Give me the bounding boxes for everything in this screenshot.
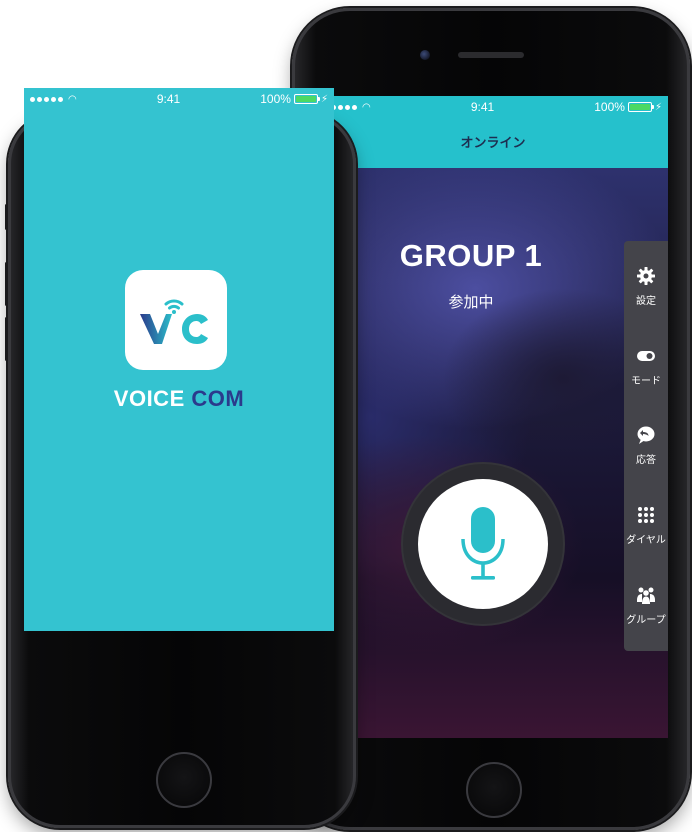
- menu-item-mode[interactable]: モード: [624, 346, 668, 387]
- volume-up-button: [5, 262, 8, 306]
- group-icon: [636, 585, 656, 605]
- reply-bubble-icon: [636, 425, 656, 445]
- mic-ring: [403, 464, 563, 624]
- side-menu: 設定 モード 応答 ダイヤル グループ: [624, 241, 668, 651]
- battery-percent: 100%: [260, 92, 291, 106]
- battery-icon: [293, 94, 320, 104]
- app-name-part2: COM: [191, 386, 245, 411]
- group-status: 参加中: [448, 294, 494, 311]
- battery-icon: [627, 102, 654, 112]
- header-bar: ◠ 9:41 100% ⚡ オンライン: [318, 96, 668, 168]
- status-bar: ◠ 9:41 100% ⚡: [24, 88, 334, 110]
- home-button[interactable]: [466, 762, 522, 818]
- status-bar: ◠ 9:41 100% ⚡: [318, 96, 668, 118]
- status-time: 9:41: [470, 100, 495, 114]
- menu-item-group[interactable]: グループ: [624, 585, 668, 626]
- header-title: オンライン: [460, 135, 526, 150]
- call-screen: ◠ 9:41 100% ⚡ オンライン GROUP 1 参加中 設定 モード 応…: [318, 96, 668, 738]
- battery-percent: 100%: [594, 100, 625, 114]
- microphone-icon: [461, 507, 505, 580]
- menu-item-reply[interactable]: 応答: [624, 425, 668, 466]
- splash-screen: ◠ 9:41 100% ⚡ VOICE COM: [24, 88, 334, 631]
- wifi-icon: ◠: [362, 101, 371, 113]
- charging-icon: ⚡: [654, 101, 662, 113]
- menu-label-settings: 設定: [636, 296, 656, 308]
- app-name: VOICE COM: [24, 386, 334, 412]
- earpiece-speaker: [458, 52, 524, 58]
- dialpad-icon: [636, 505, 656, 525]
- mute-switch: [5, 204, 8, 230]
- group-name: GROUP 1: [399, 238, 543, 273]
- battery-indicator: 100% ⚡: [260, 92, 328, 106]
- toggle-icon: [636, 346, 656, 366]
- gear-icon: [636, 266, 656, 286]
- battery-indicator: 100% ⚡: [594, 100, 662, 114]
- app-name-part1: VOICE: [113, 386, 185, 411]
- wifi-icon: ◠: [68, 93, 77, 105]
- menu-label-dial: ダイヤル: [626, 535, 666, 547]
- push-to-talk-button[interactable]: [418, 479, 548, 609]
- app-logo: [125, 270, 227, 370]
- charging-icon: ⚡: [320, 93, 328, 105]
- front-camera: [420, 50, 430, 60]
- menu-item-dial[interactable]: ダイヤル: [624, 505, 668, 546]
- home-button[interactable]: [156, 752, 212, 808]
- volume-down-button: [5, 317, 8, 361]
- signal-indicator: ◠: [30, 94, 77, 105]
- menu-item-settings[interactable]: 設定: [624, 266, 668, 307]
- menu-label-group: グループ: [626, 614, 666, 626]
- menu-label-reply: 応答: [636, 455, 656, 467]
- status-time: 9:41: [156, 92, 181, 106]
- menu-label-mode: モード: [631, 375, 661, 387]
